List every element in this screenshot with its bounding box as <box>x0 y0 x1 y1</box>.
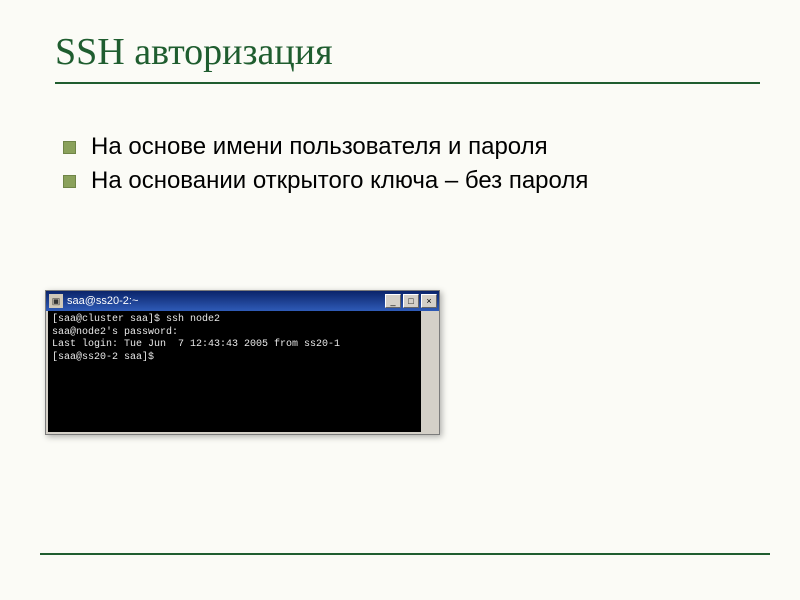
footer-divider <box>40 553 770 555</box>
slide: SSH авторизация На основе имени пользова… <box>0 0 800 600</box>
window-controls: _ □ × <box>385 294 437 308</box>
terminal-scrollbar[interactable]: ▴ ▾ <box>423 311 437 432</box>
scroll-down-icon[interactable]: ▾ <box>424 418 437 432</box>
bullet-item: На основе имени пользователя и пароля <box>63 132 760 162</box>
maximize-button[interactable]: □ <box>403 294 419 308</box>
minimize-button[interactable]: _ <box>385 294 401 308</box>
terminal-icon: ▣ <box>49 294 63 308</box>
scroll-up-icon[interactable]: ▴ <box>424 311 437 325</box>
terminal-line: [saa@cluster saa]$ ssh node2 <box>52 314 220 325</box>
title-divider <box>55 82 760 84</box>
terminal-line: Last login: Tue Jun 7 12:43:43 2005 from… <box>52 339 340 350</box>
terminal-titlebar: ▣ saa@ss20-2:~ _ □ × <box>46 291 439 311</box>
bullet-item: На основании открытого ключа – без парол… <box>63 166 760 196</box>
terminal-body[interactable]: [saa@cluster saa]$ ssh node2 saa@node2's… <box>46 311 439 434</box>
terminal-line: saa@node2's password: <box>52 327 178 338</box>
close-button[interactable]: × <box>421 294 437 308</box>
slide-title: SSH авторизация <box>55 30 760 74</box>
terminal-title: saa@ss20-2:~ <box>67 295 385 307</box>
terminal-line: [saa@ss20-2 saa]$ <box>52 352 154 363</box>
bullet-list: На основе имени пользователя и пароля На… <box>63 132 760 196</box>
terminal-window: ▣ saa@ss20-2:~ _ □ × [saa@cluster saa]$ … <box>45 290 440 435</box>
